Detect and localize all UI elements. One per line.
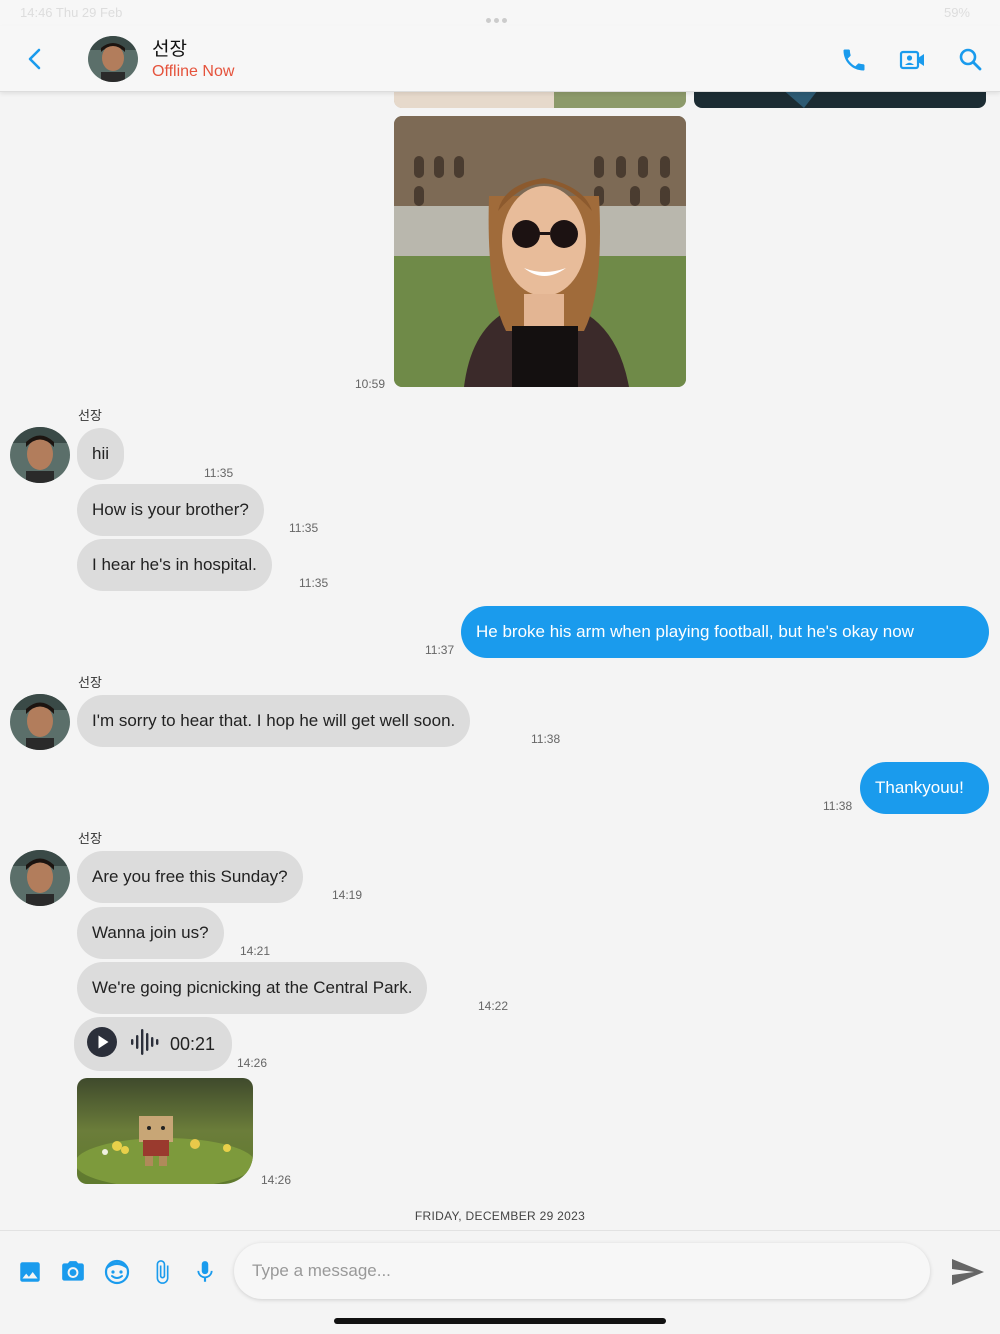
message-time: 11:35 (299, 576, 329, 590)
message-time: 11:38 (531, 732, 561, 746)
sender-avatar[interactable] (10, 850, 70, 906)
incoming-message[interactable]: Wanna join us? (77, 907, 224, 959)
incoming-message[interactable]: hii (77, 428, 125, 480)
video-call-icon[interactable] (898, 46, 926, 74)
camera-icon[interactable] (60, 1259, 86, 1285)
emoji-icon[interactable] (104, 1259, 130, 1285)
contact-avatar[interactable] (88, 36, 138, 82)
sender-avatar[interactable] (10, 694, 70, 750)
message-time: 11:37 (425, 643, 455, 657)
shared-photo-partial[interactable] (694, 92, 986, 108)
message-list[interactable]: 10:59 선장 hii 11:35 How is your brother? … (0, 92, 1000, 1229)
battery-level: 59% (943, 5, 970, 20)
incoming-message[interactable]: Are you free this Sunday? (77, 851, 303, 903)
message-time: 10:59 (355, 377, 386, 391)
gallery-icon[interactable] (17, 1259, 43, 1285)
send-icon[interactable] (950, 1257, 986, 1287)
date-separator: FRIDAY, DECEMBER 29 2023 (414, 1209, 586, 1223)
incoming-message[interactable]: How is your brother? (77, 484, 264, 536)
home-indicator[interactable] (334, 1318, 666, 1324)
message-time: 14:21 (240, 944, 271, 958)
shared-photo-danbo[interactable] (77, 1078, 253, 1184)
sender-name: 선장 (78, 832, 102, 847)
voice-duration: 00:21 (170, 1033, 216, 1054)
microphone-icon[interactable] (192, 1259, 218, 1285)
search-icon[interactable] (957, 46, 985, 74)
outgoing-message[interactable]: Thankyouu! (860, 762, 989, 814)
contact-status: Offline Now (152, 63, 235, 80)
message-time: 11:35 (204, 466, 234, 480)
sender-avatar[interactable] (10, 427, 70, 483)
sender-name: 선장 (78, 409, 102, 424)
attachment-icon[interactable] (149, 1259, 175, 1285)
status-bar: 14:46 Thu 29 Feb 59% (0, 0, 1000, 26)
message-composer (0, 1230, 1000, 1310)
message-input[interactable] (234, 1243, 930, 1299)
message-time: 14:26 (261, 1173, 292, 1187)
play-icon[interactable] (86, 1026, 118, 1063)
back-icon[interactable] (22, 46, 48, 72)
shared-photo-selfie[interactable] (394, 116, 686, 387)
outgoing-message[interactable]: He broke his arm when playing football, … (461, 606, 989, 658)
multitask-dots-icon[interactable] (486, 10, 514, 23)
message-time: 11:35 (289, 521, 319, 535)
message-time: 14:22 (478, 999, 509, 1013)
incoming-message[interactable]: I hear he's in hospital. (77, 539, 272, 591)
waveform-icon (130, 1027, 160, 1062)
chat-header: 선장 Offline Now (0, 26, 1000, 92)
message-time: 14:19 (332, 888, 363, 902)
status-time: 14:46 Thu 29 Feb (20, 5, 123, 20)
message-time: 11:38 (823, 799, 853, 813)
sender-name: 선장 (78, 676, 102, 691)
incoming-message[interactable]: I'm sorry to hear that. I hop he will ge… (77, 695, 471, 747)
contact-name: 선장 (152, 38, 187, 60)
incoming-message[interactable]: We're going picnicking at the Central Pa… (77, 962, 428, 1014)
phone-icon[interactable] (840, 46, 868, 74)
voice-message: 00:21 (74, 1017, 232, 1071)
message-time: 14:26 (237, 1056, 268, 1070)
shared-photo-partial[interactable] (394, 92, 686, 108)
